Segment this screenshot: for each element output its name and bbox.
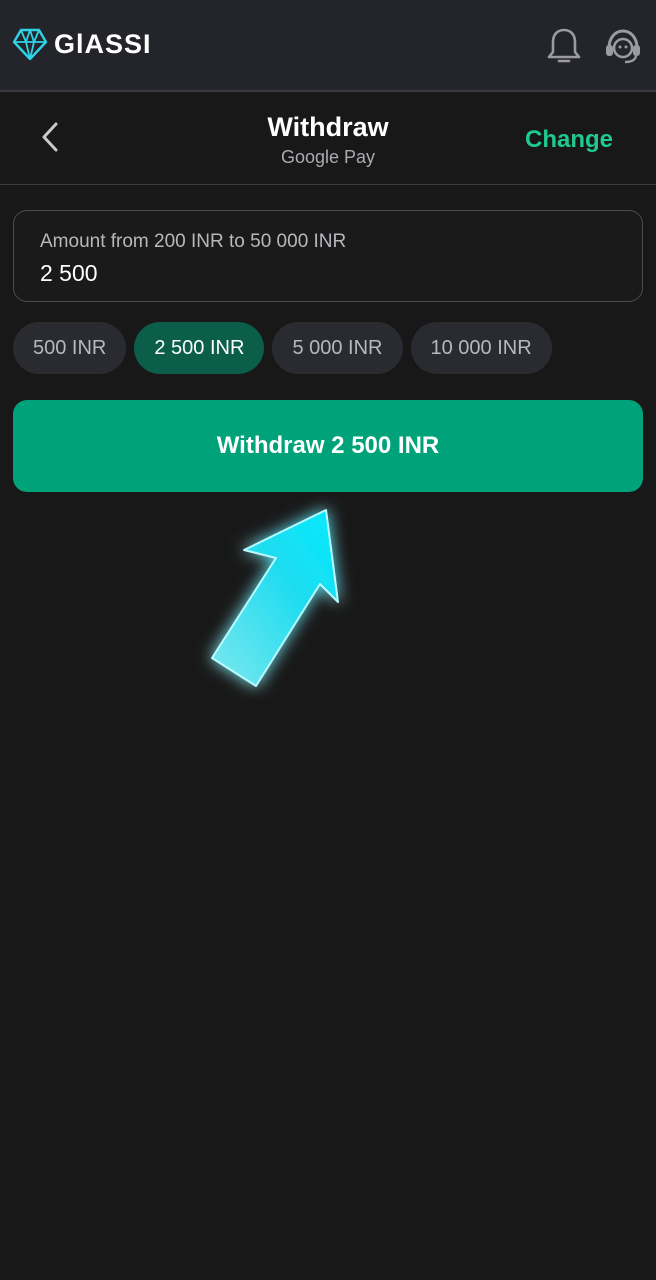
support-headset-icon[interactable] <box>603 26 643 66</box>
pointer-arrow-icon <box>211 509 339 687</box>
change-method-button[interactable]: Change <box>525 126 613 154</box>
bell-icon[interactable] <box>546 26 582 66</box>
brand-name: GlASSI <box>54 28 152 59</box>
amount-input[interactable] <box>40 257 600 289</box>
amount-presets: 500 INR 2 500 INR 5 000 INR 10 000 INR <box>13 322 552 374</box>
amount-field-label: Amount from 200 INR to 50 000 INR <box>40 231 347 252</box>
brand-logo[interactable]: GlASSI <box>12 26 152 62</box>
withdraw-button[interactable]: Withdraw 2 500 INR <box>13 400 643 492</box>
top-bar: GlASSI <box>0 0 656 92</box>
amount-field[interactable]: Amount from 200 INR to 50 000 INR <box>13 210 643 302</box>
preset-10000-inr[interactable]: 10 000 INR <box>410 322 552 374</box>
page-header: Withdraw Google Pay Change <box>0 92 656 185</box>
preset-500-inr[interactable]: 500 INR <box>13 322 127 374</box>
glassi-logo-icon <box>12 28 48 61</box>
preset-5000-inr[interactable]: 5 000 INR <box>272 322 403 374</box>
preset-2500-inr[interactable]: 2 500 INR <box>134 322 265 374</box>
